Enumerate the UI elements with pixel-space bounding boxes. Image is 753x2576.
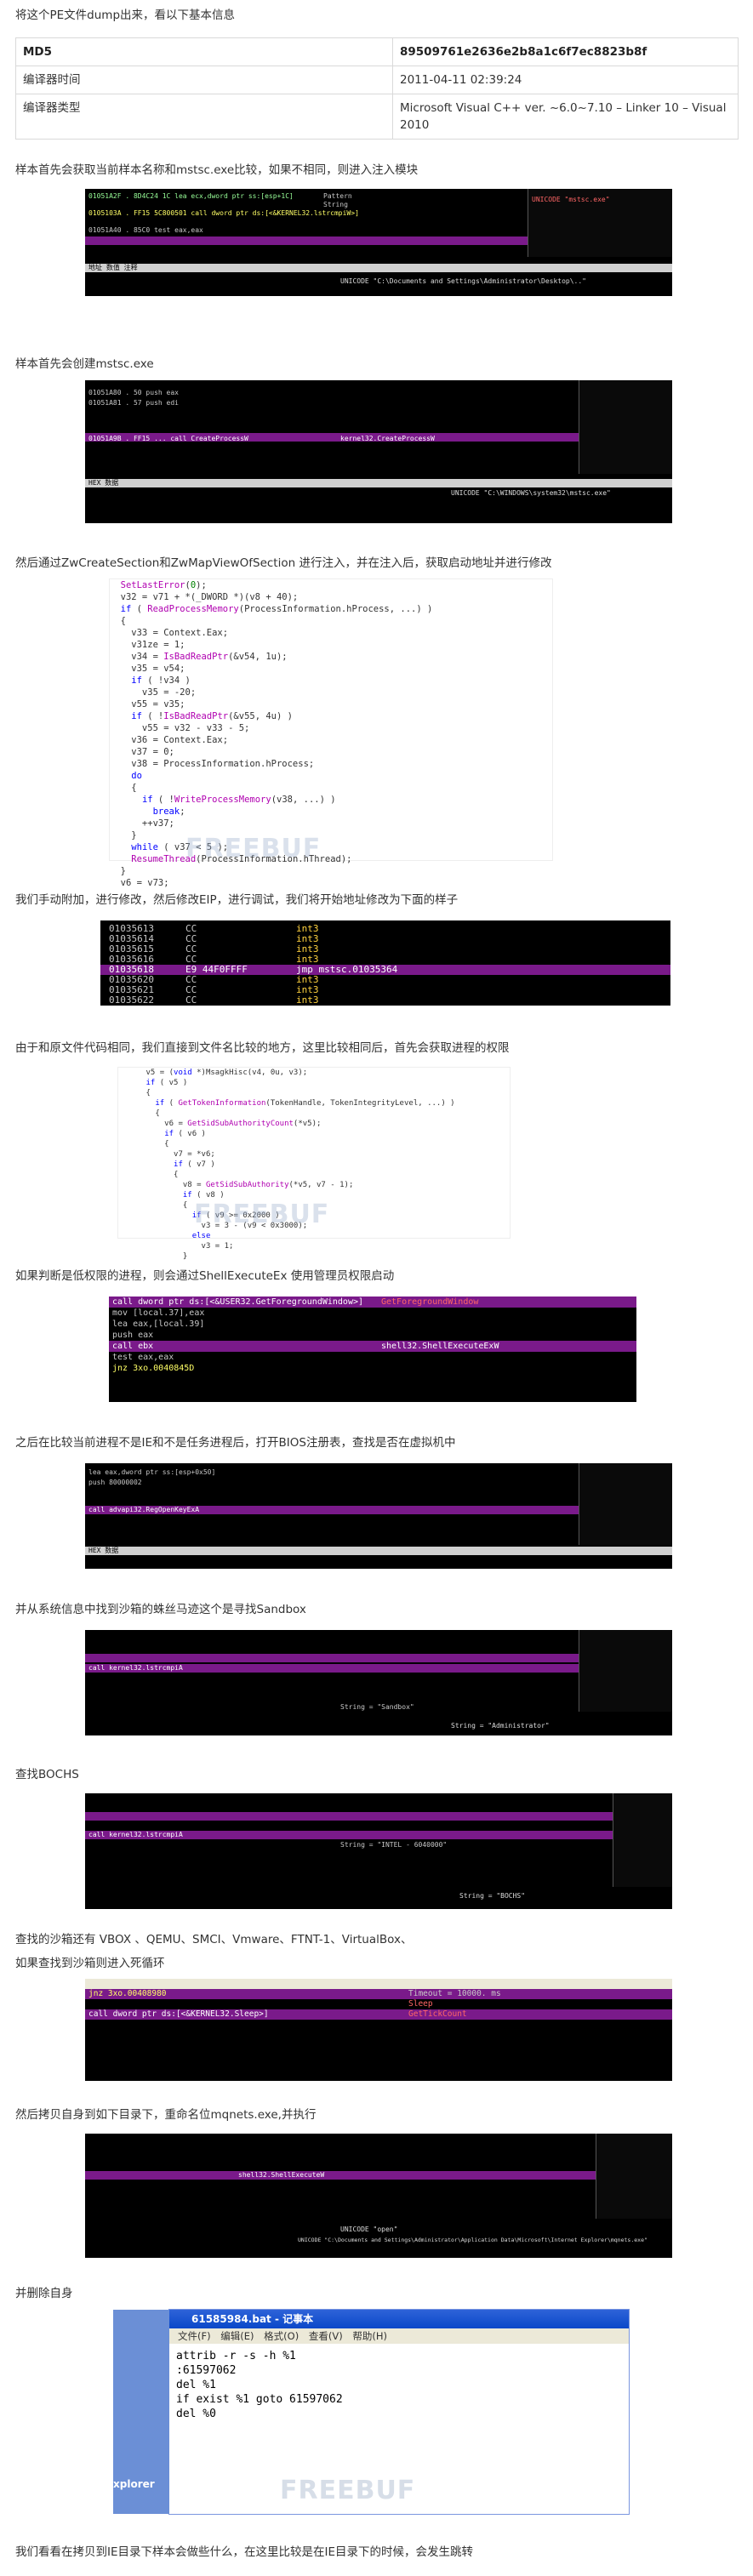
disasm-hex: E9 44F0FFFF bbox=[185, 964, 248, 975]
pattern-label: Pattern bbox=[323, 192, 352, 200]
watermark-3: FREEBUF bbox=[280, 2476, 416, 2505]
string-label: String bbox=[323, 201, 348, 208]
debugger-screenshot-8: shell32.ShellExecuteW UNICODE "open" UNI… bbox=[85, 2134, 672, 2258]
intro-text: 将这个PE文件dump出来，看以下基本信息 bbox=[15, 9, 236, 22]
string-sandbox: String = "Sandbox" bbox=[340, 1703, 414, 1711]
debugger-screenshot-2: 01051A80 . 50 push eax 01051A81 . 57 pus… bbox=[85, 380, 672, 523]
disasm-screenshot: 01035613 CC int3 01035614 CC int3 01035615 CC in… bbox=[100, 920, 670, 1006]
unicode-path: UNICODE "C:\Documents and Settings\Admin… bbox=[340, 277, 586, 285]
paragraph-5: 由于和原文件代码相同，我们直接到文件名比较的地方，这里比较相同后，首先会获取进程… bbox=[15, 1041, 510, 1055]
paragraph-11: 如果查找到沙箱则进入死循环 bbox=[15, 1957, 165, 1970]
paragraph-10: 查找的沙箱还有 VBOX 、QEMU、SMCI、Vmware、FTNT-1、Vi… bbox=[15, 1933, 413, 1946]
unicode-mstsc: UNICODE "mstsc.exe" bbox=[532, 196, 610, 203]
disasm-addr: 01035622 bbox=[109, 994, 154, 1006]
explorer-sidebar: xplorer bbox=[113, 2310, 169, 2514]
disasm-hex: CC bbox=[185, 994, 197, 1006]
unicode-mstsc-path: UNICODE "C:\WINDOWS\system32\mstsc.exe" bbox=[451, 489, 611, 497]
shellexecute-label: shell32.ShellExecuteExW bbox=[381, 1342, 499, 1351]
bat-line: :61597062 bbox=[176, 2364, 237, 2377]
pseudocode-block: SetLastError(0); v32 = v71 + *(_DWORD *)… bbox=[109, 578, 553, 888]
sleep-label: Sleep bbox=[408, 1999, 433, 2009]
table-row: 编译器时间 2011-04-11 02:39:24 bbox=[15, 66, 739, 94]
notepad-window: xplorer 61585984.bat - 记事本 文件(F) 编辑(E) 格… bbox=[113, 2309, 630, 2515]
info-table: MD5 89509761e2636e2b8a1c6f7ec8823b8f 编译器… bbox=[15, 37, 739, 140]
watermark: FREEBUF bbox=[185, 834, 322, 863]
disasm-hex: CC bbox=[185, 943, 197, 955]
shellexecutew-label: shell32.ShellExecuteW bbox=[238, 2171, 325, 2179]
table-key: 编译器类型 bbox=[15, 94, 393, 140]
disasm-hex: CC bbox=[185, 974, 197, 985]
table-row: MD5 89509761e2636e2b8a1c6f7ec8823b8f bbox=[15, 37, 739, 66]
explorer-label: xplorer bbox=[113, 2478, 155, 2490]
paragraph-9: 查找BOCHS bbox=[15, 1768, 79, 1781]
menu-format[interactable]: 格式(O) bbox=[264, 2330, 299, 2342]
timeout-label: Timeout = 10000. ms bbox=[408, 1989, 501, 1998]
string-admin: String = "Administrator" bbox=[451, 1722, 550, 1730]
debugger-screenshot-5: call kernel32.lstrcmpiA String = "Sandbo… bbox=[85, 1630, 672, 1735]
paragraph-1: 样本首先会获取当前样本名称和mstsc.exe比较，如果不相同，则进入注入模块 bbox=[15, 163, 419, 177]
bat-line: if exist %1 goto 61597062 bbox=[176, 2393, 343, 2406]
table-key: 编译器时间 bbox=[15, 66, 393, 94]
debugger-screenshot-1: 01051A2F . 8D4C24 1C lea ecx,dword ptr s… bbox=[85, 189, 672, 296]
paragraph-2: 样本首先会创建mstsc.exe bbox=[15, 357, 154, 371]
paragraph-13: 并删除自身 bbox=[15, 2287, 73, 2300]
disasm-row: 01035622 CC int3 bbox=[109, 995, 319, 1006]
disasm-hex: CC bbox=[185, 984, 197, 995]
bat-line: attrib -r -s -h %1 bbox=[176, 2350, 296, 2362]
debugger-screenshot-3: call dword ptr ds:[<&USER32.GetForegroun… bbox=[109, 1297, 636, 1402]
table-value: 89509761e2636e2b8a1c6f7ec8823b8f bbox=[392, 37, 739, 66]
unicode-open: UNICODE "open" bbox=[340, 2226, 398, 2233]
notepad-title: 61585984.bat - 记事本 bbox=[169, 2310, 629, 2328]
bat-line: del %0 bbox=[176, 2408, 216, 2420]
debugger-screenshot-7: jnz 3xo.00408980 call dword ptr ds:[<&KE… bbox=[85, 1979, 672, 2081]
disasm-hex: CC bbox=[185, 933, 197, 944]
paragraph-14: 我们看看在拷贝到IE目录下样本会做些什么，在这里比较是在IE目录下的时候，会发生… bbox=[15, 2545, 474, 2559]
table-row: 编译器类型 Microsoft Visual C++ ver. ~6.0~7.1… bbox=[15, 94, 739, 140]
paragraph-6: 如果判断是低权限的进程，则会通过ShellExecuteEx 使用管理员权限启动 bbox=[15, 1269, 395, 1283]
createprocess-label: kernel32.CreateProcessW bbox=[340, 435, 435, 442]
unicode-mqnets-path: UNICODE "C:\Documents and Settings\Admin… bbox=[298, 2237, 647, 2243]
menu-file[interactable]: 文件(F) bbox=[178, 2330, 211, 2342]
paragraph-3: 然后通过ZwCreateSection和ZwMapViewOfSection 进… bbox=[15, 556, 552, 570]
paragraph-4: 我们手动附加，进行修改，然后修改EIP，进行调试，我们将开始地址修改为下面的样子 bbox=[15, 893, 459, 907]
menu-view[interactable]: 查看(V) bbox=[309, 2330, 343, 2342]
menu-edit[interactable]: 编辑(E) bbox=[220, 2330, 254, 2342]
menu-help[interactable]: 帮助(H) bbox=[352, 2330, 387, 2342]
disasm-op: int3 bbox=[296, 994, 319, 1006]
gettickcount-label: GetTickCount bbox=[408, 2009, 467, 2019]
table-value: 2011-04-11 02:39:24 bbox=[392, 66, 739, 94]
debugger-screenshot-6: call kernel32.lstrcmpiA String = "INTEL … bbox=[85, 1793, 672, 1909]
string-intel: String = "INTEL - 6040000" bbox=[340, 1841, 448, 1849]
watermark-2: FREEBUF bbox=[194, 1200, 330, 1229]
table-value: Microsoft Visual C++ ver. ~6.0~7.10 – Li… bbox=[392, 94, 739, 140]
paragraph-12: 然后拷贝自身到如下目录下，重命名位mqnets.exe,并执行 bbox=[15, 2108, 317, 2122]
paragraph-8: 并从系统信息中找到沙箱的蛛丝马迹这个是寻找Sandbox bbox=[15, 1603, 306, 1616]
bat-line: del %1 bbox=[176, 2379, 216, 2391]
disasm-hex: CC bbox=[185, 923, 197, 934]
table-key: MD5 bbox=[15, 37, 393, 66]
debugger-screenshot-4: lea eax,dword ptr ss:[esp+0x50] push 800… bbox=[85, 1463, 672, 1569]
getforeground-label: GetForegroundWindow bbox=[381, 1297, 479, 1307]
notepad-menu: 文件(F) 编辑(E) 格式(O) 查看(V) 帮助(H) bbox=[169, 2328, 629, 2344]
string-bochs: String = "BOCHS" bbox=[459, 1892, 526, 1900]
paragraph-7: 之后在比较当前进程不是IE和不是任务进程后，打开BIOS注册表，查找是否在虚拟机… bbox=[15, 1436, 456, 1450]
